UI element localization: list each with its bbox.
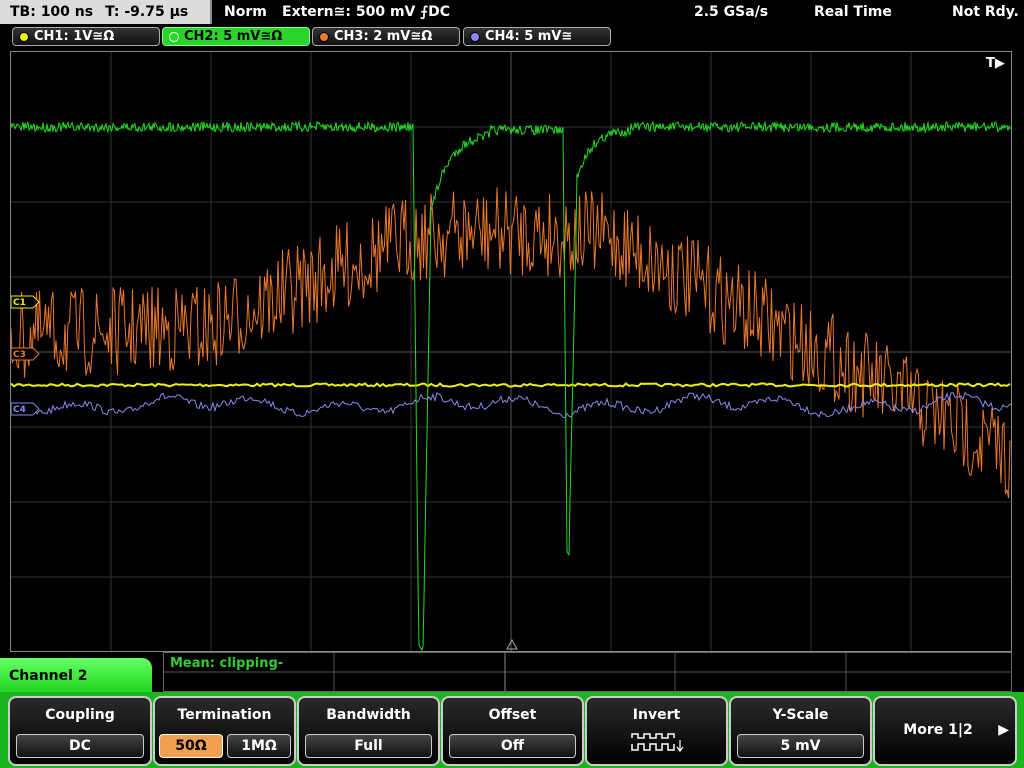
- top-status-bar: TB: 100 ns T: -9.75 µs Norm Extern≅: 500…: [0, 0, 1024, 25]
- coupling-softkey[interactable]: Coupling DC: [8, 696, 152, 766]
- offset-softkey[interactable]: Offset Off: [441, 696, 584, 766]
- more-label: More 1|2: [903, 722, 973, 738]
- graticule: [11, 52, 1011, 651]
- tab-ch2[interactable]: CH2: 5 mV≅Ω: [162, 27, 310, 46]
- waveform-display[interactable]: C1 C3 C4 T▶: [10, 51, 1012, 652]
- ch1-level-marker[interactable]: C1: [11, 295, 40, 309]
- yscale-value[interactable]: 5 mV: [737, 734, 864, 758]
- chevron-right-icon: ▶: [998, 722, 1009, 738]
- trigger-source[interactable]: Extern≅: 500 mV ⨍DC: [282, 4, 450, 20]
- tab-ch3-label: CH3: 2 mV≅Ω: [334, 29, 433, 44]
- ch4-level-marker[interactable]: C4: [11, 402, 40, 416]
- trigger-position-marker[interactable]: T▶: [986, 56, 1005, 71]
- termination-softkey[interactable]: Termination 50Ω 1MΩ: [153, 696, 296, 766]
- termination-50ohm-option[interactable]: 50Ω: [159, 734, 223, 758]
- invert-softkey[interactable]: Invert: [585, 696, 728, 766]
- offset-title: Offset: [488, 707, 537, 723]
- measurement-result: Mean: clipping-: [170, 656, 284, 671]
- bandwidth-title: Bandwidth: [326, 707, 411, 723]
- ch3-color-dot: [319, 31, 329, 42]
- channel-bar: CH1: 1V≅Ω CH2: 5 mV≅Ω CH3: 2 mV≅Ω CH4: 5…: [0, 26, 1024, 48]
- tab-ch2-label: CH2: 5 mV≅Ω: [184, 29, 283, 44]
- measurement-area: Mean: clipping-: [163, 652, 1012, 692]
- softkey-bar: Coupling DC Termination 50Ω 1MΩ Bandwidt…: [0, 692, 1024, 768]
- bandwidth-softkey[interactable]: Bandwidth Full: [297, 696, 440, 766]
- menu-title-text: Channel 2: [9, 668, 88, 684]
- acquisition-mode: Real Time: [814, 4, 892, 20]
- trigger-mode[interactable]: Norm: [224, 4, 267, 20]
- ch4-color-dot: [470, 31, 480, 42]
- termination-title: Termination: [177, 707, 272, 723]
- tab-ch3[interactable]: CH3: 2 mV≅Ω: [312, 27, 460, 46]
- timebase-readout: TB: 100 ns: [10, 4, 94, 20]
- waveform-svg: C1 C3 C4 T▶: [11, 52, 1011, 651]
- ch3-marker-text: C3: [13, 350, 26, 360]
- invert-waveform-icon: [631, 733, 684, 752]
- ch3-level-marker[interactable]: C3: [11, 347, 40, 361]
- ch2-color-dot: [169, 31, 179, 42]
- invert-title: Invert: [632, 707, 681, 723]
- tab-ch1-label: CH1: 1V≅Ω: [34, 29, 115, 44]
- yscale-title: Y-Scale: [772, 707, 829, 723]
- bandwidth-value[interactable]: Full: [305, 734, 432, 758]
- ch1-color-dot: [19, 31, 29, 42]
- coupling-value[interactable]: DC: [16, 734, 144, 758]
- tab-ch4[interactable]: CH4: 5 mV≅: [463, 27, 611, 46]
- sample-rate: 2.5 GSa/s: [694, 4, 769, 20]
- offset-value[interactable]: Off: [449, 734, 576, 758]
- tab-ch4-label: CH4: 5 mV≅: [485, 29, 573, 44]
- tab-ch1[interactable]: CH1: 1V≅Ω: [12, 27, 160, 46]
- timebase-box[interactable]: TB: 100 ns T: -9.75 µs: [0, 0, 212, 24]
- coupling-title: Coupling: [45, 707, 115, 723]
- termination-1mohm-option[interactable]: 1MΩ: [227, 734, 291, 758]
- yscale-softkey[interactable]: Y-Scale 5 mV: [729, 696, 872, 766]
- measurement-grid: [164, 653, 1011, 691]
- ch4-marker-text: C4: [13, 405, 26, 415]
- ch1-marker-text: C1: [13, 298, 26, 308]
- trigger-time-marker[interactable]: [506, 638, 518, 650]
- trigger-time-readout: T: -9.75 µs: [105, 4, 189, 20]
- acquisition-status: Not Rdy.: [952, 4, 1019, 20]
- more-softkey[interactable]: More 1|2 ▶: [873, 696, 1017, 766]
